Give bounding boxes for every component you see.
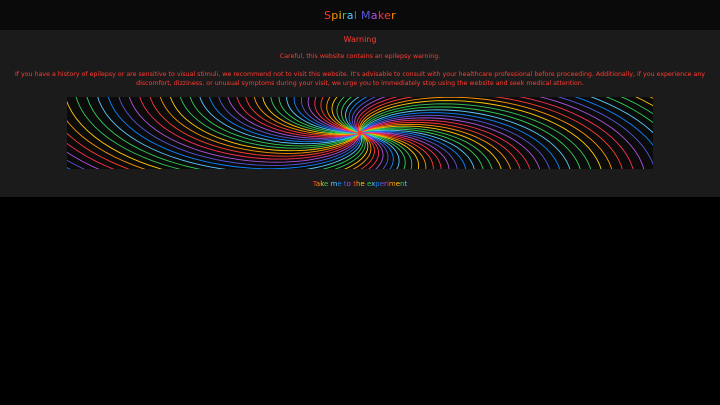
warning-title: Warning — [343, 35, 377, 44]
spiral-center — [357, 130, 363, 136]
experiment-link[interactable]: Take me to the experiment — [0, 180, 720, 188]
warning-summary: Careful, this website contains an epilep… — [279, 53, 441, 60]
app-title: Spiral Maker — [323, 8, 396, 22]
app-header: Spiral Maker — [0, 0, 720, 30]
warning-panel: Warning Careful, this website contains a… — [0, 30, 720, 197]
warning-body: If you have a history of epilepsy or are… — [14, 71, 706, 88]
spiral-preview — [67, 97, 653, 169]
